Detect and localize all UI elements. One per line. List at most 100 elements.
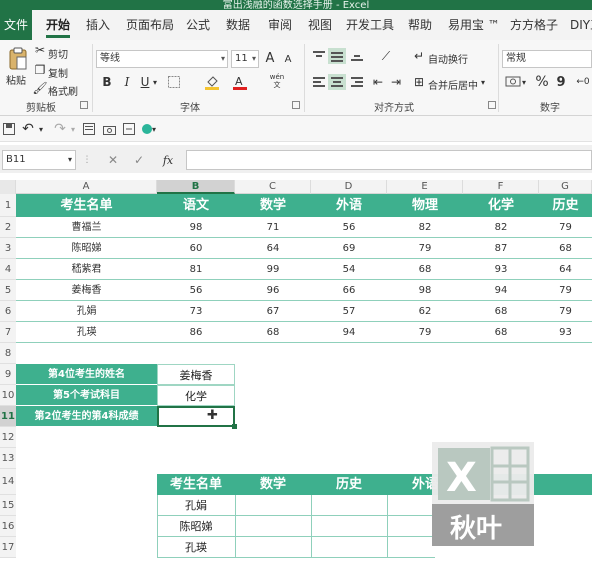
row-header[interactable]: 12 — [0, 427, 16, 448]
score-cell[interactable]: 79 — [387, 322, 463, 343]
score-cell[interactable]: 68 — [463, 322, 539, 343]
row-header[interactable]: 10 — [0, 385, 16, 406]
wrap-text-button[interactable]: 自动换行 — [428, 51, 468, 66]
tab-review[interactable]: 审阅 — [268, 10, 292, 40]
tab-diy[interactable]: DIY工 — [570, 10, 592, 40]
row-header[interactable]: 1 — [0, 194, 16, 217]
save-icon[interactable] — [2, 121, 16, 137]
customize-qat-icon[interactable]: ▾ — [150, 121, 158, 137]
query-label[interactable]: 第4位考生的姓名 — [16, 364, 157, 385]
header-cell-english[interactable]: 外语 — [311, 194, 387, 217]
score-cell[interactable]: 81 — [157, 259, 235, 280]
column-header-a[interactable]: A — [16, 180, 157, 194]
bold-button[interactable]: B — [100, 74, 114, 90]
align-top-icon[interactable] — [310, 48, 328, 64]
align-middle-icon[interactable] — [328, 48, 346, 64]
select-all-corner[interactable] — [0, 180, 16, 194]
lookup-header-math[interactable]: 数学 — [235, 474, 311, 495]
score-cell[interactable]: 98 — [387, 280, 463, 301]
paste-button[interactable]: 粘贴 — [6, 72, 26, 87]
border-icon[interactable] — [166, 74, 182, 90]
student-name-cell[interactable]: 陈昭娣 — [16, 238, 157, 259]
copy-icon[interactable]: ❐ — [34, 63, 46, 77]
score-cell[interactable]: 67 — [235, 301, 311, 322]
row-header[interactable]: 7 — [0, 322, 16, 343]
score-cell[interactable]: 56 — [157, 280, 235, 301]
clipboard-launcher-icon[interactable] — [80, 101, 88, 109]
row-header[interactable]: 8 — [0, 343, 16, 364]
student-name-cell[interactable]: 嵇紫君 — [16, 259, 157, 280]
score-cell[interactable]: 96 — [235, 280, 311, 301]
number-format-select[interactable]: 常规 — [502, 50, 592, 68]
row-header[interactable]: 3 — [0, 238, 16, 259]
student-name-cell[interactable]: 姜梅香 — [16, 280, 157, 301]
percent-button[interactable]: % — [534, 73, 550, 91]
score-cell[interactable]: 86 — [157, 322, 235, 343]
column-header-e[interactable]: E — [387, 180, 463, 194]
tab-data[interactable]: 数据 — [226, 10, 250, 40]
comma-style-button[interactable]: 9 — [554, 73, 568, 91]
merge-center-button[interactable]: 合并后居中 — [428, 77, 478, 92]
lookup-header-history[interactable]: 历史 — [311, 474, 387, 495]
score-cell[interactable]: 54 — [311, 259, 387, 280]
lookup-header-name[interactable]: 考生名单 — [157, 474, 235, 495]
header-cell-name[interactable]: 考生名单 — [16, 194, 157, 217]
query-label[interactable]: 第5个考试科目 — [16, 385, 157, 406]
decrease-font-icon[interactable]: A — [282, 52, 294, 66]
chevron-down-icon[interactable]: ▾ — [69, 121, 77, 137]
align-right-icon[interactable] — [348, 74, 366, 90]
italic-button[interactable]: I — [120, 74, 134, 90]
font-color-icon[interactable]: A — [232, 73, 248, 90]
scissors-icon[interactable]: ✂ — [34, 43, 46, 57]
cancel-icon[interactable]: ✕ — [106, 152, 120, 168]
row-header[interactable]: 4 — [0, 259, 16, 280]
score-cell[interactable]: 93 — [539, 322, 592, 343]
row-header[interactable]: 17 — [0, 537, 16, 558]
score-cell[interactable]: 71 — [235, 217, 311, 238]
tab-yiyongbao[interactable]: 易用宝 ™ — [448, 10, 500, 40]
score-cell[interactable]: 57 — [311, 301, 387, 322]
wrap-text-icon[interactable]: ↵ — [412, 48, 426, 64]
score-cell[interactable]: 69 — [311, 238, 387, 259]
align-left-icon[interactable] — [310, 74, 328, 90]
align-center-icon[interactable] — [328, 74, 346, 90]
tab-insert[interactable]: 插入 — [86, 10, 110, 40]
format-painter-button[interactable]: 格式刷 — [48, 83, 78, 98]
chevron-down-icon[interactable]: ▾ — [478, 74, 488, 90]
row-header[interactable]: 5 — [0, 280, 16, 301]
column-header-d[interactable]: D — [311, 180, 387, 194]
name-box[interactable]: B11 ▾ — [2, 150, 76, 170]
score-cell[interactable]: 79 — [539, 280, 592, 301]
increase-decimal-icon[interactable]: ←0 — [574, 74, 592, 90]
tab-home[interactable]: 开始 — [46, 10, 71, 40]
header-cell-physics[interactable]: 物理 — [387, 194, 463, 217]
phonetic-icon[interactable]: wén 文 — [266, 72, 288, 90]
score-cell[interactable]: 94 — [311, 322, 387, 343]
increase-font-icon[interactable]: A — [263, 50, 277, 66]
decrease-indent-icon[interactable]: ⇤ — [370, 74, 386, 90]
font-size-select[interactable]: 11 ▾ — [231, 50, 259, 68]
camera-icon[interactable] — [102, 121, 116, 137]
score-cell[interactable]: 68 — [387, 259, 463, 280]
active-cell-b11[interactable] — [157, 406, 235, 427]
header-cell-math[interactable]: 数学 — [235, 194, 311, 217]
score-cell[interactable]: 68 — [235, 322, 311, 343]
lookup-name-cell[interactable]: 孔瑛 — [157, 537, 235, 558]
score-cell[interactable]: 60 — [157, 238, 235, 259]
score-cell[interactable]: 79 — [387, 238, 463, 259]
query-label[interactable]: 第2位考生的第4科成绩 — [16, 406, 157, 427]
orientation-icon[interactable]: ⟋ — [376, 48, 396, 64]
student-name-cell[interactable]: 孔瑛 — [16, 322, 157, 343]
row-header[interactable]: 15 — [0, 495, 16, 516]
row-header[interactable]: 2 — [0, 217, 16, 238]
alignment-launcher-icon[interactable] — [488, 101, 496, 109]
formula-input[interactable] — [186, 150, 592, 170]
lookup-name-cell[interactable]: 陈昭娣 — [157, 516, 235, 537]
format-painter-icon[interactable]: 🖌 — [32, 81, 47, 95]
score-cell[interactable]: 94 — [463, 280, 539, 301]
score-cell[interactable]: 66 — [311, 280, 387, 301]
score-cell[interactable]: 79 — [539, 301, 592, 322]
insert-function-button[interactable]: fx — [158, 152, 178, 168]
score-cell[interactable]: 56 — [311, 217, 387, 238]
cut-button[interactable]: 剪切 — [48, 46, 68, 61]
